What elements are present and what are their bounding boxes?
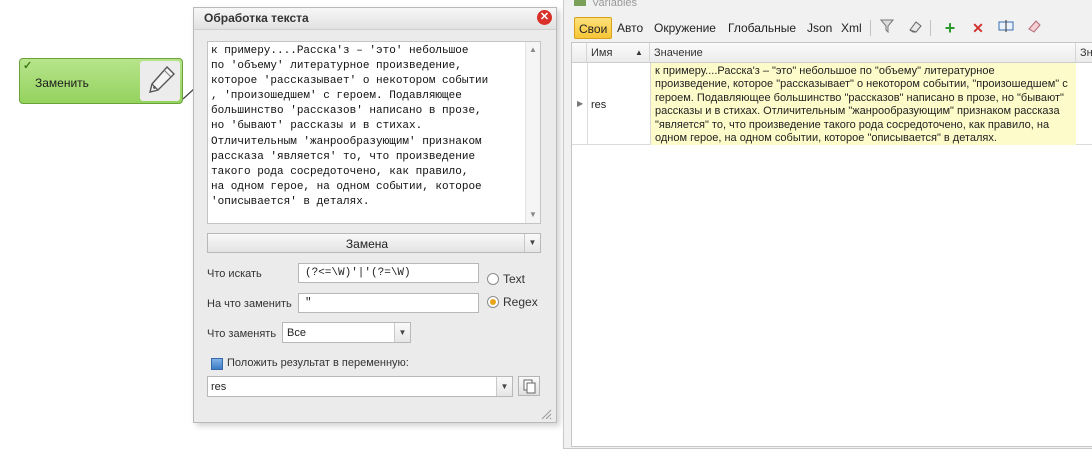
dialog-title: Обработка текста <box>204 11 309 25</box>
result-checkbox-label: Положить результат в переменную: <box>227 357 409 369</box>
find-input[interactable]: (?<=\W)'|'(?=\W) <box>298 263 479 283</box>
add-icon[interactable]: + <box>941 19 959 37</box>
rename-icon[interactable] <box>997 19 1015 37</box>
chevron-down-icon[interactable]: ▼ <box>394 323 410 342</box>
tab-environment[interactable]: Окружение <box>650 17 720 39</box>
column-header-name[interactable]: Имя ▲ <box>587 43 650 63</box>
input-text-area[interactable]: к примеру....Расска'з – 'это' небольшое … <box>207 41 541 224</box>
delete-icon[interactable]: ✕ <box>969 19 987 37</box>
row-divider <box>587 63 588 145</box>
row-expand-icon[interactable]: ▶ <box>577 99 583 108</box>
scroll-down-icon[interactable]: ▼ <box>526 210 540 219</box>
variables-grid: Имя ▲ Значение Зна ▶ res к примеру....Ра… <box>571 42 1092 447</box>
row-indicator-header <box>572 43 587 63</box>
variable-value-cell[interactable]: к примеру....Расска'з – "это" небольшое … <box>650 63 1076 145</box>
result-variable-value: res <box>211 381 227 393</box>
mode-value: Замена <box>345 237 389 251</box>
resize-grip-icon[interactable] <box>540 408 552 420</box>
workflow-node-replace[interactable]: ✓ Заменить <box>19 58 183 104</box>
result-variable-dropdown[interactable]: res ▼ <box>207 376 513 397</box>
what-value: Все <box>287 327 306 339</box>
scroll-up-icon[interactable]: ▲ <box>526 45 540 54</box>
tab-auto[interactable]: Авто <box>613 17 647 39</box>
mode-dropdown[interactable]: Замена ▼ <box>207 233 541 253</box>
find-label: Что искать <box>207 268 262 280</box>
check-icon: ✓ <box>23 60 33 72</box>
replace-label: На что заменить <box>207 298 292 310</box>
column-header-extra[interactable]: Зна <box>1076 43 1092 63</box>
textarea-scrollbar[interactable]: ▲ ▼ <box>525 42 540 223</box>
what-dropdown[interactable]: Все ▼ <box>282 322 411 343</box>
eraser-icon[interactable] <box>906 19 924 37</box>
sort-asc-icon: ▲ <box>635 48 643 57</box>
radio-regex-label: Regex <box>503 295 538 309</box>
filter-icon[interactable] <box>878 19 896 37</box>
copy-button[interactable] <box>518 376 540 396</box>
result-checkbox[interactable] <box>211 358 223 370</box>
replace-input[interactable]: " <box>298 293 479 313</box>
variables-window-title: Variables <box>592 0 638 9</box>
radio-regex[interactable] <box>487 296 499 308</box>
input-text: к примеру....Расска'з – 'это' небольшое … <box>211 45 489 208</box>
what-label: Что заменять <box>207 328 277 340</box>
tab-global[interactable]: Глобальные <box>724 17 800 39</box>
column-header-name-label: Имя <box>591 47 613 59</box>
variables-panel: Variables Свои Авто Окружение Глобальные… <box>563 0 1092 449</box>
dialog-header: Обработка текста ✕ <box>194 8 556 30</box>
pen-icon <box>140 61 180 101</box>
tab-json[interactable]: Json <box>803 17 836 39</box>
column-header-value[interactable]: Значение <box>650 43 1076 63</box>
chevron-down-icon[interactable]: ▼ <box>496 377 512 396</box>
close-icon[interactable]: ✕ <box>537 10 552 25</box>
variable-name-cell[interactable]: res <box>591 99 606 111</box>
tab-xml[interactable]: Xml <box>837 17 866 39</box>
copy-icon <box>523 379 536 394</box>
variables-window-icon <box>574 0 586 6</box>
tab-own[interactable]: Свои <box>574 17 613 39</box>
radio-text-label: Text <box>503 272 526 286</box>
toolbar-separator <box>870 20 871 36</box>
text-processing-dialog: Обработка текста ✕ к примеру....Расска'з… <box>193 7 557 423</box>
toolbar-separator <box>930 20 931 36</box>
node-label: Заменить <box>35 76 89 90</box>
chevron-down-icon[interactable]: ▼ <box>524 234 540 252</box>
radio-text[interactable] <box>487 273 499 285</box>
clear-icon[interactable] <box>1025 19 1043 37</box>
